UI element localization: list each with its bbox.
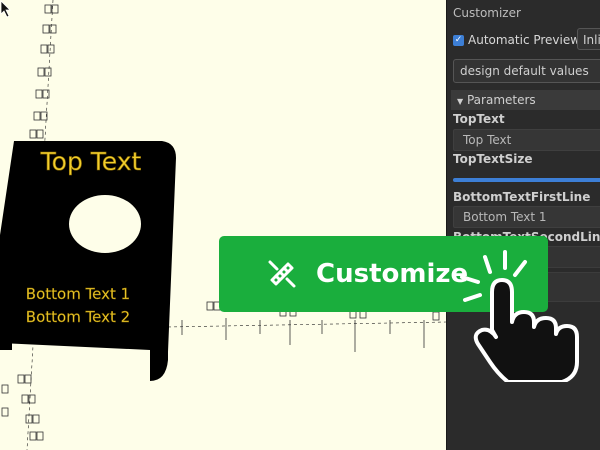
param-input-toptext[interactable]: Top Text [453, 129, 600, 151]
automatic-preview-label: Automatic Preview [468, 33, 581, 47]
param-label-bottomtextfirstline: BottomTextFirstLine [453, 190, 591, 204]
caret-down-icon: ▼ [457, 97, 464, 106]
automatic-preview-checkbox[interactable]: ✓ [453, 34, 464, 46]
viewport-scene: Top Text Bottom Text 1 Bottom Text 2 [0, 0, 446, 450]
parameters-section-header[interactable]: ▼ Parameters [451, 90, 600, 110]
pencil-ruler-icon [268, 260, 296, 288]
tag-hole [69, 195, 141, 253]
param-label-toptext: TopText [453, 112, 505, 126]
preview-mode-select[interactable]: Inli [577, 28, 600, 50]
tag-body-left [0, 250, 12, 350]
pointing-hand-icon [460, 250, 579, 382]
tag-bottom-line-1: Bottom Text 1 [26, 285, 130, 303]
param-label-toptextsize: TopTextSize [453, 152, 533, 166]
parameters-section-label: Parameters [466, 93, 536, 107]
preset-select[interactable]: design default values [453, 59, 600, 83]
tag-bottom-line-2: Bottom Text 2 [26, 308, 130, 326]
param-slider-toptextsize[interactable] [453, 178, 600, 182]
tag-top-text: Top Text [40, 147, 142, 176]
3d-viewport[interactable]: Top Text Bottom Text 1 Bottom Text 2 [0, 0, 446, 450]
customizer-title: Customizer [453, 6, 521, 20]
arrow-cursor-icon [0, 0, 11, 18]
automatic-preview-row[interactable]: ✓ Automatic Preview [453, 33, 580, 47]
tag-body[interactable] [0, 141, 176, 381]
